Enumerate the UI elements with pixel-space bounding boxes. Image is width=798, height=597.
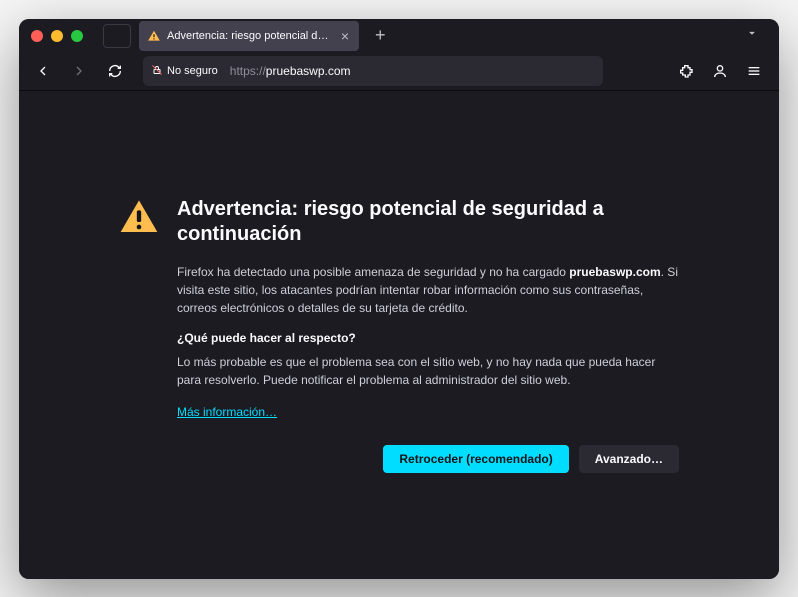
- back-button[interactable]: [29, 57, 57, 85]
- warning-icon: [147, 29, 161, 43]
- warning-paragraph-1: Firefox ha detectado una posible amenaza…: [177, 263, 679, 317]
- close-window-button[interactable]: [31, 30, 43, 42]
- minimize-window-button[interactable]: [51, 30, 63, 42]
- more-info-link[interactable]: Más información…: [177, 405, 277, 419]
- reload-button[interactable]: [101, 57, 129, 85]
- security-warning-card: Advertencia: riesgo potencial de segurid…: [119, 197, 679, 473]
- extensions-button[interactable]: [671, 56, 701, 86]
- browser-tab[interactable]: Advertencia: riesgo potencial de segurid…: [139, 21, 359, 51]
- warning-title: Advertencia: riesgo potencial de segurid…: [177, 197, 679, 247]
- browser-window: Advertencia: riesgo potencial de segurid…: [19, 19, 779, 579]
- app-menu-button[interactable]: [739, 56, 769, 86]
- forward-button[interactable]: [65, 57, 93, 85]
- tabs-dropdown-button[interactable]: [737, 26, 767, 45]
- toolbar: No seguro https://pruebaswp.com: [19, 53, 779, 91]
- go-back-button[interactable]: Retroceder (recomendado): [383, 445, 568, 473]
- toolbar-right: [671, 56, 769, 86]
- security-label: No seguro: [167, 65, 218, 77]
- advanced-button[interactable]: Avanzado…: [579, 445, 679, 473]
- lock-slash-icon: [151, 64, 163, 79]
- url-text: https://pruebaswp.com: [230, 64, 351, 78]
- new-tab-button[interactable]: +: [367, 25, 394, 46]
- titlebar: Advertencia: riesgo potencial de segurid…: [19, 19, 779, 53]
- account-button[interactable]: [705, 56, 735, 86]
- warning-triangle-icon: [119, 197, 159, 473]
- warning-body: Advertencia: riesgo potencial de segurid…: [177, 197, 679, 473]
- button-row: Retroceder (recomendado) Avanzado…: [177, 445, 679, 473]
- tab-title: Advertencia: riesgo potencial de segurid…: [167, 30, 333, 42]
- security-indicator[interactable]: No seguro: [151, 64, 224, 79]
- warning-subheading: ¿Qué puede hacer al respecto?: [177, 331, 679, 345]
- maximize-window-button[interactable]: [71, 30, 83, 42]
- warning-paragraph-2: Lo más probable es que el problema sea c…: [177, 353, 679, 389]
- window-controls: [31, 30, 95, 42]
- page-content: Advertencia: riesgo potencial de segurid…: [19, 91, 779, 579]
- sidebar-toggle[interactable]: [103, 24, 131, 48]
- close-tab-button[interactable]: ×: [339, 27, 351, 45]
- url-bar[interactable]: No seguro https://pruebaswp.com: [143, 56, 603, 86]
